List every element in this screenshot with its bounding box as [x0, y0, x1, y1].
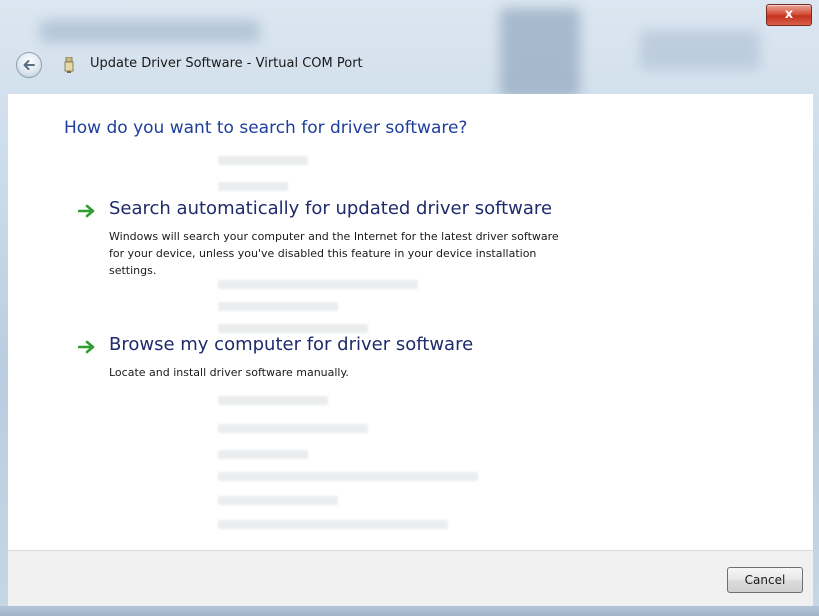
option-description: Windows will search your computer and th…: [109, 228, 709, 279]
option-title: Search automatically for updated driver …: [109, 198, 553, 219]
device-icon: [64, 57, 74, 73]
option-description-line: Locate and install driver software manua…: [109, 366, 349, 379]
close-icon: x: [784, 7, 794, 22]
option-description-line: for your device, unless you've disabled …: [109, 247, 537, 260]
back-arrow-icon: [23, 60, 35, 70]
option-description: Locate and install driver software manua…: [109, 364, 709, 381]
back-button[interactable]: [16, 52, 42, 78]
dialog-content: How do you want to search for driver sof…: [8, 94, 813, 550]
option-description-line: settings.: [109, 264, 157, 277]
dialog-footer: Cancel: [8, 550, 813, 607]
page-heading: How do you want to search for driver sof…: [64, 118, 468, 138]
green-arrow-icon: [78, 204, 95, 218]
green-arrow-icon: [78, 340, 95, 354]
background-ghost: [148, 94, 708, 550]
option-title: Browse my computer for driver software: [109, 334, 474, 355]
cancel-button[interactable]: Cancel: [727, 567, 803, 593]
window-title: Update Driver Software - Virtual COM Por…: [90, 56, 363, 71]
option-description-line: Windows will search your computer and th…: [109, 230, 559, 243]
close-button[interactable]: x: [766, 4, 812, 26]
title-bar: x Update Driver Software - Virtual COM P…: [0, 0, 819, 94]
window-bottom-edge: [0, 606, 819, 616]
